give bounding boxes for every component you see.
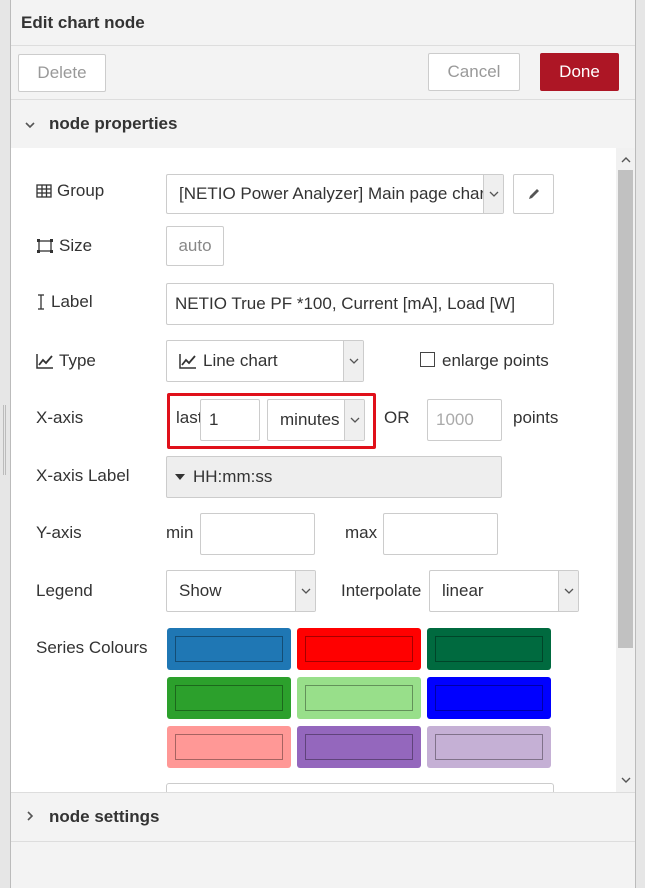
chevron-right-icon bbox=[11, 810, 41, 825]
xaxis-label: X-axis bbox=[36, 408, 84, 427]
section-label: node settings bbox=[49, 807, 160, 826]
interpolate-label: Interpolate bbox=[341, 581, 422, 600]
group-value: [NETIO Power Analyzer] Main page chart bbox=[179, 184, 490, 203]
label-input[interactable]: NETIO True PF *100, Current [mA], Load [… bbox=[166, 283, 554, 325]
label-label: Label bbox=[51, 292, 93, 311]
series-colour-swatch[interactable] bbox=[167, 677, 291, 719]
series-colour-swatch[interactable] bbox=[297, 677, 421, 719]
series-colour-swatch[interactable] bbox=[297, 726, 421, 768]
scroll-down-icon[interactable] bbox=[616, 770, 635, 790]
swatch-inner bbox=[305, 734, 413, 760]
legend-label: Legend bbox=[36, 581, 93, 600]
xaxis-label-row-label: X-axis Label bbox=[36, 466, 130, 485]
section-node-properties[interactable]: node properties bbox=[11, 100, 635, 148]
chevron-down-icon bbox=[483, 175, 503, 213]
tray-footer bbox=[11, 842, 635, 888]
chevron-down-icon bbox=[343, 341, 363, 381]
partial-input-field[interactable] bbox=[166, 783, 554, 792]
section-label: node properties bbox=[49, 114, 178, 133]
type-value: Line chart bbox=[203, 351, 278, 370]
group-label: Group bbox=[57, 181, 105, 200]
swatch-inner bbox=[175, 636, 283, 662]
type-select[interactable]: Line chart bbox=[166, 340, 364, 382]
done-button[interactable]: Done bbox=[540, 53, 619, 91]
enlarge-points-checkbox[interactable] bbox=[420, 352, 435, 367]
series-colour-swatch[interactable] bbox=[167, 628, 291, 670]
series-colour-swatch[interactable] bbox=[427, 726, 551, 768]
scroll-up-icon[interactable] bbox=[616, 150, 635, 170]
swatch-inner bbox=[175, 734, 283, 760]
series-colour-swatch[interactable] bbox=[427, 677, 551, 719]
properties-scrollbar[interactable] bbox=[616, 148, 635, 792]
caret-down-icon bbox=[175, 474, 185, 480]
series-colours-label: Series Colours bbox=[36, 638, 148, 657]
swatch-inner bbox=[435, 685, 543, 711]
expand-icon bbox=[37, 239, 53, 253]
group-row-label: Group bbox=[36, 181, 104, 201]
yaxis-min-label: min bbox=[166, 523, 194, 542]
chevron-down-icon bbox=[558, 571, 578, 611]
delete-button[interactable]: Delete bbox=[18, 54, 106, 92]
table-icon bbox=[36, 184, 52, 198]
series-colour-swatch[interactable] bbox=[427, 628, 551, 670]
legend-select[interactable]: Show bbox=[166, 570, 316, 612]
line-chart-icon bbox=[179, 354, 196, 369]
xaxis-label-select[interactable]: HH:mm:ss bbox=[166, 456, 502, 498]
swatch-inner bbox=[435, 734, 543, 760]
yaxis-min-input[interactable] bbox=[200, 513, 315, 555]
left-resize-gutter[interactable] bbox=[0, 0, 10, 888]
tray-header: Edit chart node bbox=[11, 0, 635, 46]
properties-panel: Group [NETIO Power Analyzer] Main page c… bbox=[11, 148, 635, 792]
chevron-down-icon bbox=[295, 571, 315, 611]
size-button[interactable]: auto bbox=[166, 226, 224, 266]
yaxis-max-input[interactable] bbox=[383, 513, 498, 555]
section-node-settings[interactable]: node settings bbox=[11, 792, 635, 842]
size-row-label: Size bbox=[36, 236, 92, 256]
edit-group-button[interactable] bbox=[513, 174, 554, 214]
series-colour-swatch[interactable] bbox=[297, 628, 421, 670]
xaxis-points-input[interactable]: 1000 bbox=[427, 399, 502, 441]
swatch-inner bbox=[175, 685, 283, 711]
swatch-inner bbox=[305, 636, 413, 662]
xaxis-points-label: points bbox=[513, 408, 559, 427]
series-colour-swatch[interactable] bbox=[167, 726, 291, 768]
legend-value: Show bbox=[179, 581, 222, 600]
xaxis-or-label: OR bbox=[384, 408, 410, 427]
size-label: Size bbox=[59, 236, 93, 255]
type-row-label: Type bbox=[36, 351, 96, 371]
xaxis-label-value: HH:mm:ss bbox=[193, 467, 273, 486]
type-label: Type bbox=[59, 351, 96, 370]
edit-tray: Edit chart node Delete Cancel Done node … bbox=[10, 0, 636, 888]
xaxis-highlight-box bbox=[167, 393, 376, 449]
line-chart-icon bbox=[36, 354, 53, 369]
swatch-inner bbox=[305, 685, 413, 711]
text-cursor-icon bbox=[38, 294, 44, 310]
xaxis-points-placeholder: 1000 bbox=[436, 410, 474, 429]
yaxis-label: Y-axis bbox=[36, 523, 82, 542]
interpolate-select[interactable]: linear bbox=[429, 570, 579, 612]
yaxis-max-label: max bbox=[345, 523, 378, 542]
label-row-label: Label bbox=[36, 292, 93, 312]
scrollbar-thumb[interactable] bbox=[618, 170, 633, 648]
right-gutter bbox=[636, 0, 645, 888]
enlarge-points-label: enlarge points bbox=[442, 351, 549, 370]
swatch-inner bbox=[435, 636, 543, 662]
resize-grip[interactable] bbox=[3, 405, 6, 475]
pencil-icon bbox=[528, 189, 539, 199]
chevron-down-icon bbox=[11, 117, 41, 132]
group-select[interactable]: [NETIO Power Analyzer] Main page chart bbox=[166, 174, 504, 214]
tray-title: Edit chart node bbox=[21, 13, 145, 32]
cancel-button[interactable]: Cancel bbox=[428, 53, 520, 91]
interpolate-value: linear bbox=[442, 581, 484, 600]
tray-toolbar: Delete Cancel Done bbox=[11, 46, 635, 100]
